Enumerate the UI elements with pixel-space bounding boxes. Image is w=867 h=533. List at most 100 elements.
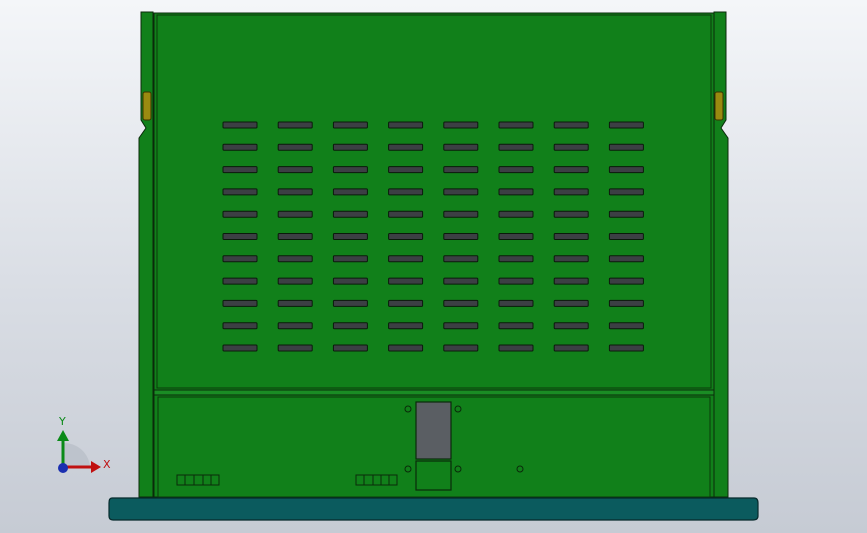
vent-slot bbox=[498, 322, 534, 330]
vent-slot bbox=[277, 233, 313, 240]
vent-slot bbox=[332, 233, 368, 240]
vent-slot bbox=[608, 166, 644, 174]
terminal-block-middle bbox=[355, 474, 398, 486]
vent-slot bbox=[332, 166, 368, 174]
vent-slot bbox=[443, 299, 479, 307]
upper-panel bbox=[153, 12, 715, 391]
vent-slot bbox=[222, 166, 258, 174]
vent-slot bbox=[388, 188, 424, 196]
vent-slot bbox=[388, 210, 424, 218]
vent-slot bbox=[553, 121, 589, 129]
vent-slot bbox=[498, 188, 534, 196]
vent-slot bbox=[332, 344, 368, 352]
vent-slot bbox=[553, 166, 589, 174]
coordinate-triad[interactable] bbox=[57, 430, 101, 473]
vent-slot bbox=[388, 121, 424, 129]
vent-slot bbox=[443, 255, 479, 263]
vent-slot bbox=[222, 143, 258, 151]
vent-slot bbox=[222, 121, 258, 129]
vent-slot bbox=[608, 188, 644, 196]
triad-rotation-arc bbox=[63, 442, 90, 467]
base-plate bbox=[108, 497, 759, 521]
vent-slot bbox=[222, 188, 258, 196]
vent-slot bbox=[443, 210, 479, 218]
vent-slot bbox=[553, 255, 589, 263]
y-axis-arrow-icon bbox=[57, 430, 69, 441]
screw-bottom-right bbox=[454, 465, 462, 473]
vent-slot bbox=[332, 210, 368, 218]
vent-slot bbox=[388, 166, 424, 174]
screw-top-right bbox=[454, 405, 462, 413]
vent-slot bbox=[498, 210, 534, 218]
vent-slot bbox=[222, 277, 258, 285]
vent-slot bbox=[608, 299, 644, 307]
right-side-rail bbox=[713, 11, 729, 498]
screw-right bbox=[516, 465, 524, 473]
triad-x-label: X bbox=[103, 458, 111, 471]
vent-slot bbox=[553, 233, 589, 240]
vent-slot bbox=[553, 143, 589, 151]
vent-slot bbox=[498, 344, 534, 352]
vent-slot bbox=[443, 188, 479, 196]
model-viewport[interactable]: Y X bbox=[0, 0, 867, 533]
vent-slot bbox=[277, 344, 313, 352]
screw-bottom-left bbox=[404, 465, 412, 473]
vent-slot bbox=[553, 322, 589, 330]
vent-slot bbox=[553, 210, 589, 218]
vent-slot bbox=[388, 143, 424, 151]
vent-slot bbox=[608, 143, 644, 151]
vent-slot bbox=[332, 143, 368, 151]
right-hinge bbox=[714, 91, 724, 121]
vent-slot bbox=[608, 322, 644, 330]
vent-slot bbox=[332, 277, 368, 285]
triad-origin bbox=[58, 463, 68, 473]
vent-slot bbox=[332, 121, 368, 129]
vent-slot bbox=[498, 143, 534, 151]
vent-slot bbox=[443, 166, 479, 174]
vent-slot bbox=[277, 188, 313, 196]
x-axis-arrow-icon bbox=[91, 461, 101, 473]
vent-slot bbox=[498, 277, 534, 285]
vent-slot bbox=[498, 166, 534, 174]
vent-slot bbox=[388, 299, 424, 307]
vent-slot bbox=[443, 233, 479, 240]
vent-slot bbox=[277, 143, 313, 151]
vent-slot bbox=[332, 188, 368, 196]
left-side-rail bbox=[138, 11, 154, 498]
vent-slot bbox=[443, 143, 479, 151]
vent-slot bbox=[608, 255, 644, 263]
vent-slot bbox=[222, 299, 258, 307]
vent-slot bbox=[332, 299, 368, 307]
vent-slot bbox=[277, 210, 313, 218]
vent-slot bbox=[277, 322, 313, 330]
display-window bbox=[415, 401, 452, 460]
vent-slot bbox=[498, 299, 534, 307]
vent-slot bbox=[277, 255, 313, 263]
vent-slot bbox=[388, 277, 424, 285]
vent-slot bbox=[277, 121, 313, 129]
vent-slot bbox=[222, 344, 258, 352]
vent-slot bbox=[553, 344, 589, 352]
vent-slot bbox=[553, 299, 589, 307]
panel-divider bbox=[153, 389, 715, 396]
screw-top-left bbox=[404, 405, 412, 413]
vent-slot bbox=[443, 121, 479, 129]
vent-slot bbox=[332, 255, 368, 263]
vent-slot bbox=[443, 277, 479, 285]
vent-slot bbox=[553, 277, 589, 285]
vent-slot bbox=[388, 233, 424, 240]
triad-y-label: Y bbox=[59, 415, 66, 428]
vent-slot bbox=[222, 322, 258, 330]
vent-slot bbox=[608, 121, 644, 129]
vent-slot bbox=[443, 344, 479, 352]
vent-slot bbox=[498, 121, 534, 129]
vent-slot bbox=[498, 255, 534, 263]
vent-slot bbox=[608, 277, 644, 285]
vent-slot bbox=[222, 210, 258, 218]
vent-slot bbox=[443, 322, 479, 330]
vent-slot bbox=[608, 344, 644, 352]
cad-model-view[interactable] bbox=[0, 0, 867, 533]
vent-slot bbox=[498, 233, 534, 240]
left-hinge bbox=[142, 91, 152, 121]
vent-slot bbox=[222, 255, 258, 263]
